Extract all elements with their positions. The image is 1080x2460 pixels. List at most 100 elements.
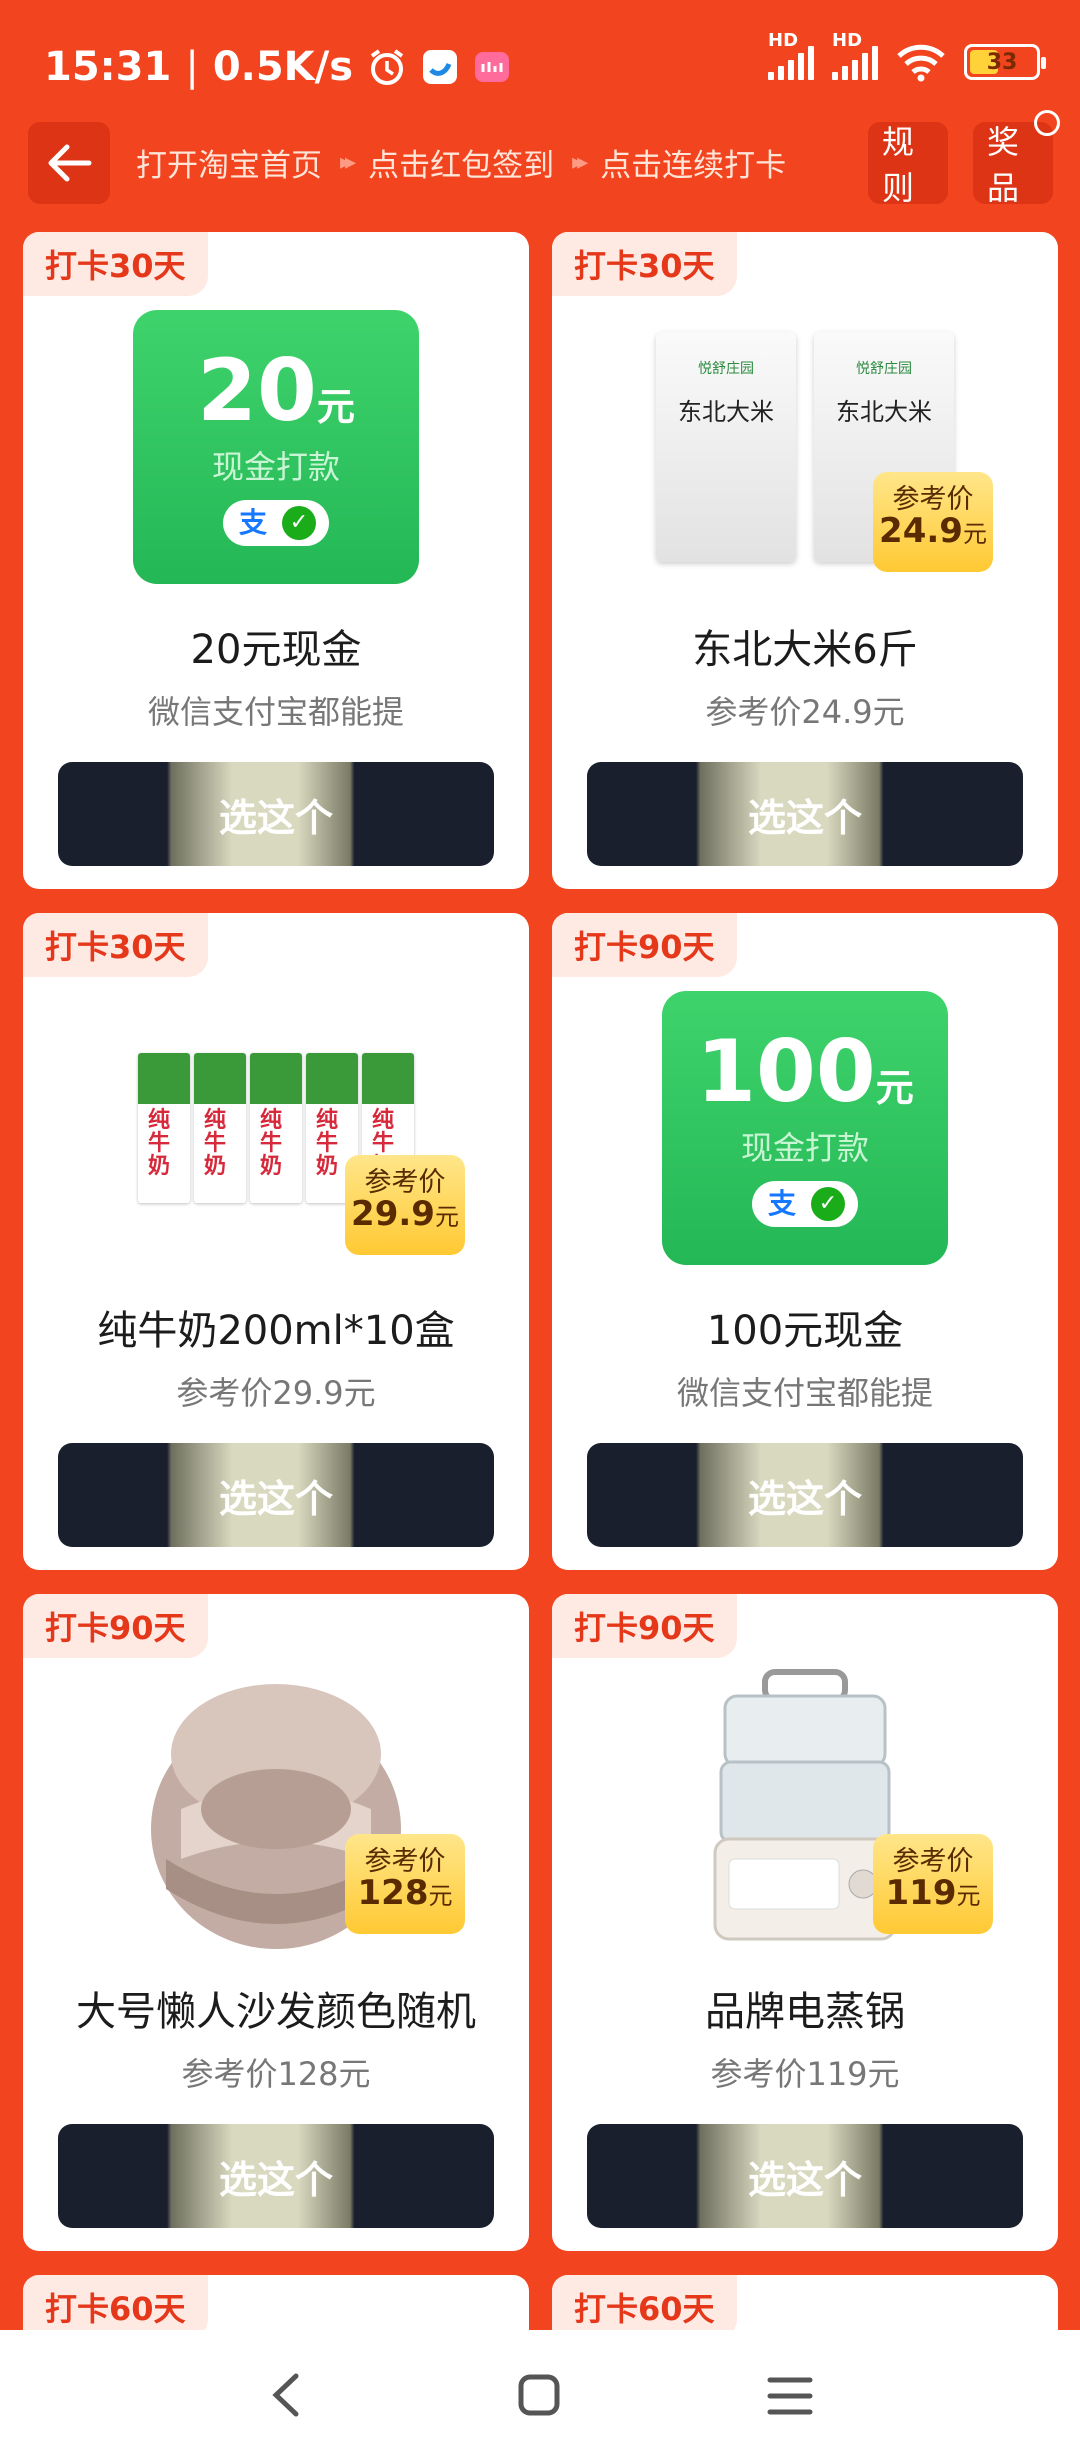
badge-label: 参考价 [364, 1167, 446, 1198]
alipay-icon: 支 [767, 1187, 796, 1220]
arrow-left-icon [48, 144, 92, 182]
message-app-icon [423, 50, 458, 84]
checkin-days-tag: 打卡90天 [23, 1594, 208, 1658]
choose-button[interactable]: 选这个 [587, 1443, 1023, 1547]
cash-label: 现金打款 [211, 448, 340, 486]
rice-brand: 悦舒庄园 [856, 361, 912, 377]
rice-bag: 悦舒庄园 东北大米 [656, 332, 796, 562]
prize-card[interactable]: 打卡30天 纯牛奶 纯牛奶 纯牛奶 纯牛奶 纯牛奶 参考价 29.9元 纯牛奶2… [23, 913, 529, 1570]
rice-name: 东北大米 [836, 398, 932, 426]
wechat-pay-icon: ✓ [282, 506, 316, 540]
rice-brand: 悦舒庄园 [698, 361, 754, 377]
step-3: 点击连续打卡 [600, 148, 787, 184]
badge-label: 参考价 [364, 1846, 446, 1877]
milk-box: 纯牛奶 [138, 1053, 190, 1203]
badge-unit: 元 [962, 520, 987, 549]
reference-price-badge: 参考价 24.9元 [873, 472, 993, 572]
alipay-icon: 支 [238, 506, 267, 539]
choose-button[interactable]: 选这个 [58, 762, 494, 866]
step-2: 点击红包签到 [368, 148, 555, 184]
milk-box-text: 纯牛奶 [260, 1108, 283, 1180]
badge-label: 参考价 [892, 1846, 974, 1877]
prize-card[interactable]: 打卡90天 参考价 119元 品牌电蒸锅 参考价119元 选这个 [552, 1594, 1058, 2251]
prize-subtitle: 参考价119元 [710, 2055, 900, 2093]
system-nav-bar [0, 2330, 1080, 2460]
choose-button[interactable]: 选这个 [58, 1443, 494, 1547]
status-bar: 15:31 | 0.5K/s HD HD 33 [0, 0, 1080, 120]
prize-image: 20元 现金打款 支 ✓ [23, 302, 529, 592]
prize-title: 大号懒人沙发颜色随机 [76, 1989, 476, 2035]
alarm-icon [370, 49, 404, 85]
step-1: 打开淘宝首页 [136, 148, 322, 184]
step-arrow: ▸▸ [340, 150, 356, 175]
payment-logos: 支 ✓ [223, 500, 329, 546]
prize-card[interactable]: 打卡90天 参考价 128元 大号懒人沙发颜色随机 参考价128元 选这个 [23, 1594, 529, 2251]
prize-image: 100元 现金打款 支 ✓ [552, 983, 1058, 1273]
cash-amount: 100 [696, 1022, 876, 1122]
hd-label-2: HD [832, 30, 863, 51]
prize-title: 20元现金 [190, 627, 362, 673]
checkin-days-tag: 打卡90天 [552, 913, 737, 977]
cash-amount: 20 [197, 341, 317, 441]
cash-unit: 元 [316, 385, 355, 429]
prize-title: 东北大米6斤 [692, 627, 918, 673]
cash-label: 现金打款 [740, 1129, 869, 1167]
nav-home-icon[interactable] [516, 2372, 562, 2418]
network-speed: 0.5K/s [212, 44, 354, 90]
status-right: HD HD 33 [768, 30, 1046, 82]
choose-button[interactable]: 选这个 [587, 762, 1023, 866]
step-arrow: ▸▸ [572, 150, 588, 175]
prize-subtitle: 微信支付宝都能提 [676, 1374, 933, 1412]
signal-1: HD [768, 30, 814, 80]
milk-box: 纯牛奶 [194, 1053, 246, 1203]
hd-label-1: HD [768, 30, 799, 51]
step-guide: 打开淘宝首页 ▸▸ 点击红包签到 ▸▸ 点击连续打卡 [136, 140, 786, 185]
checkin-days-tag: 打卡30天 [23, 913, 208, 977]
nav-menu-icon[interactable] [766, 2376, 814, 2416]
status-left: 15:31 | 0.5K/s [44, 44, 511, 90]
badge-price: 128 [357, 1873, 429, 1914]
payment-logos: 支 ✓ [752, 1181, 858, 1227]
back-button[interactable] [28, 122, 110, 204]
prize-subtitle: 微信支付宝都能提 [147, 693, 404, 731]
prize-subtitle: 参考价24.9元 [705, 693, 905, 731]
prize-title: 纯牛奶200ml*10盒 [97, 1308, 455, 1354]
choose-button[interactable]: 选这个 [587, 2124, 1023, 2228]
badge-label: 参考价 [892, 484, 974, 515]
milk-box: 纯牛奶 [250, 1053, 302, 1203]
video-app-icon [475, 52, 510, 82]
top-bar: 打开淘宝首页 ▸▸ 点击红包签到 ▸▸ 点击连续打卡 规则 奖品 [0, 120, 1080, 220]
battery-level: 33 [986, 49, 1018, 75]
prize-card[interactable]: 打卡90天 100元 现金打款 支 ✓ 100元现金 微信支付宝都能提 选这个 [552, 913, 1058, 1570]
badge-price: 24.9 [879, 511, 963, 552]
cash-prize-graphic: 100元 现金打款 支 ✓ [662, 991, 948, 1265]
checkin-days-tag: 打卡30天 [23, 232, 208, 296]
signal-2: HD [832, 30, 878, 80]
floating-dot[interactable] [1034, 110, 1060, 136]
prize-title: 品牌电蒸锅 [705, 1989, 905, 2035]
prize-card[interactable]: 打卡30天 20元 现金打款 支 ✓ 20元现金 微信支付宝都能提 选这个 [23, 232, 529, 889]
milk-box-text: 纯牛奶 [316, 1108, 339, 1180]
rules-button[interactable]: 规则 [868, 122, 948, 207]
wifi-icon [897, 44, 945, 82]
reference-price-badge: 参考价 119元 [873, 1834, 993, 1934]
separator: | [185, 44, 199, 90]
checkin-days-tag: 打卡30天 [552, 232, 737, 296]
wechat-pay-icon: ✓ [811, 1187, 845, 1221]
reference-price-badge: 参考价 29.9元 [345, 1155, 465, 1255]
choose-button[interactable]: 选这个 [58, 2124, 494, 2228]
prize-subtitle: 参考价128元 [181, 2055, 371, 2093]
milk-box-text: 纯牛奶 [148, 1108, 171, 1180]
milk-box-text: 纯牛奶 [204, 1108, 227, 1180]
clock: 15:31 [44, 44, 172, 90]
checkin-days-tag: 打卡90天 [552, 1594, 737, 1658]
cash-unit: 元 [875, 1066, 914, 1110]
rice-name: 东北大米 [678, 398, 774, 426]
reference-price-badge: 参考价 128元 [345, 1834, 465, 1934]
prize-card[interactable]: 打卡30天 悦舒庄园东北大米 悦舒庄园东北大米 参考价 24.9元 东北大米6斤… [552, 232, 1058, 889]
prize-title: 100元现金 [706, 1308, 904, 1354]
badge-price: 119 [885, 1873, 957, 1914]
badge-unit: 元 [428, 1882, 453, 1911]
nav-back-icon[interactable] [268, 2372, 308, 2418]
badge-unit: 元 [434, 1203, 459, 1232]
